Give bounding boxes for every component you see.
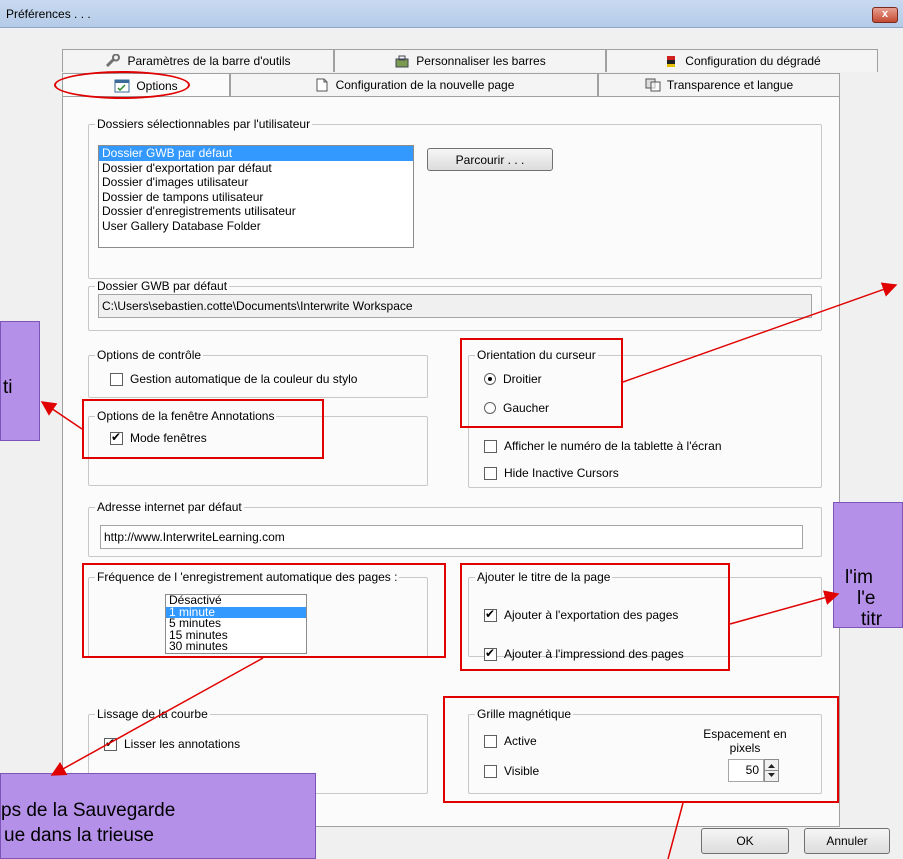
arrow-to-left-callout — [40, 401, 83, 430]
annotation-arrows — [40, 282, 898, 859]
arrow-from-grid — [667, 802, 684, 859]
arrow-to-bottom-callout — [50, 657, 264, 776]
arrow-to-right-callout — [729, 590, 840, 625]
arrow-to-top-right — [622, 282, 898, 383]
